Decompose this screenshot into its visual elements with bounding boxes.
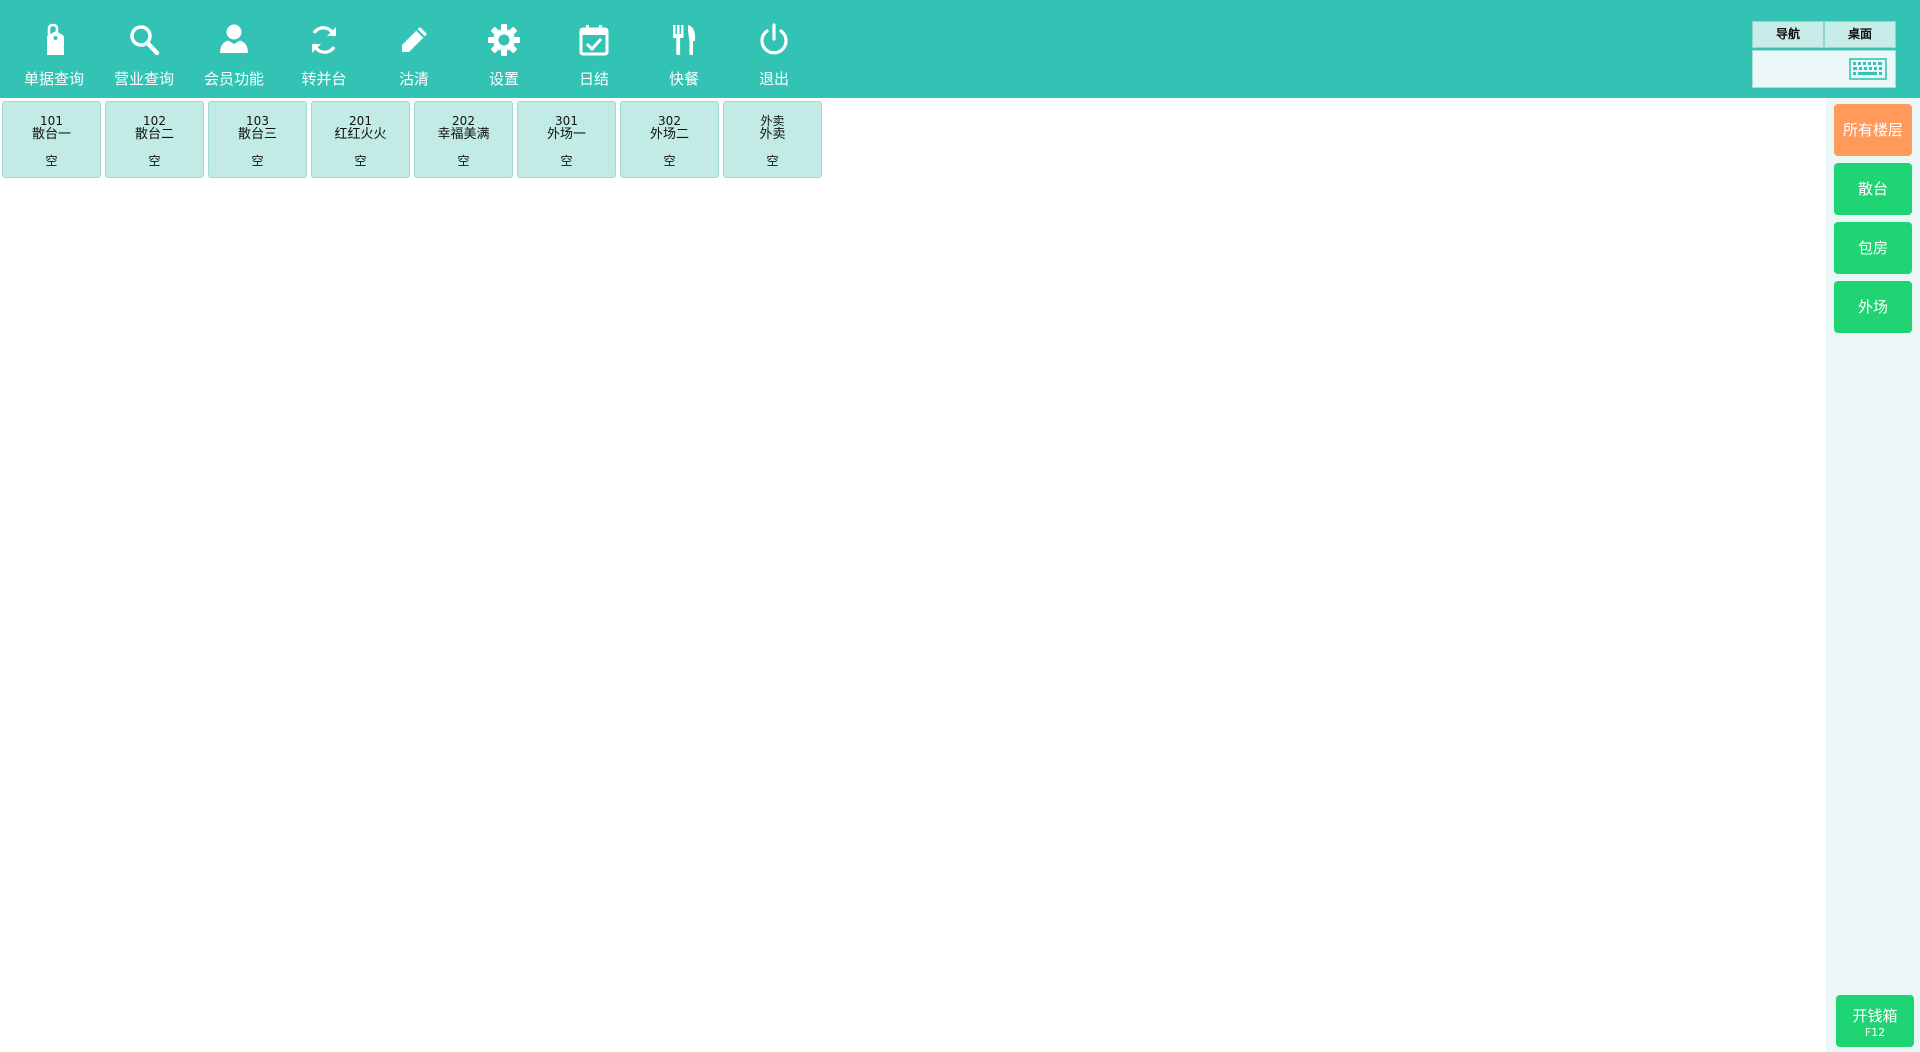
toolbar-settings-button[interactable]: 设置 [459,0,549,98]
open-cash-drawer-button[interactable]: 开钱箱 F12 [1836,995,1914,1047]
table-card-202[interactable]: 202 幸福美满 空 [414,101,513,178]
floor-button-outdoor[interactable]: 外场 [1834,281,1912,333]
toolbar-member-button[interactable]: 会员功能 [189,0,279,98]
table-status: 空 [45,154,58,168]
toolbar-label: 设置 [488,70,519,88]
table-number: 302 [658,114,681,128]
toolbar-fast-food-button[interactable]: 快餐 [639,0,729,98]
cash-drawer-label: 开钱箱 [1852,1007,1898,1025]
keyboard-icon[interactable] [1849,58,1887,80]
view-tabs: 导航 桌面 [1752,21,1896,48]
table-status: 空 [251,154,264,168]
floor-button-private-room[interactable]: 包房 [1834,222,1912,274]
toolbar-label: 沽清 [398,70,429,88]
toolbar-bill-query-button[interactable]: 单据查询 [9,0,99,98]
toolbar-sold-out-button[interactable]: 沽清 [369,0,459,98]
table-number: 202 [452,114,475,128]
table-number: 外卖 [760,114,785,128]
table-grid: 101 散台一 空 102 散台二 空 103 散台三 空 201 红红火火 空… [0,98,1826,1052]
fork-knife-icon [666,22,702,58]
refresh-icon [306,22,342,58]
table-name: 红红火火 [334,127,387,142]
top-toolbar: 单据查询 营业查询 会员功能 转并台 沽清 设置 日结 快餐 退出 导航 桌面 [0,0,1920,98]
toolbar-label: 快餐 [668,70,699,88]
table-name: 散台一 [31,127,71,142]
table-status: 空 [457,154,470,168]
table-status: 空 [148,154,161,168]
tab-desktop[interactable]: 桌面 [1824,21,1896,48]
search-icon [126,22,162,58]
table-status: 空 [354,154,367,168]
table-number: 201 [349,114,372,128]
table-status: 空 [560,154,573,168]
table-number: 102 [143,114,166,128]
toolbar-transfer-table-button[interactable]: 转并台 [279,0,369,98]
table-number: 103 [246,114,269,128]
user-icon [216,22,252,58]
floor-sidebar: 所有楼层 散台 包房 外场 开钱箱 F12 [1826,98,1920,1052]
cash-drawer-shortcut: F12 [1864,1026,1886,1039]
pencil-icon [396,22,432,58]
table-card-201[interactable]: 201 红红火火 空 [311,101,410,178]
toolbar-day-end-button[interactable]: 日结 [549,0,639,98]
table-card-102[interactable]: 102 散台二 空 [105,101,204,178]
floor-button-all[interactable]: 所有楼层 [1834,104,1912,156]
table-name: 外卖 [759,127,786,142]
gear-icon [486,22,522,58]
table-status: 空 [766,154,779,168]
toolbar-label: 营业查询 [113,70,174,88]
power-icon [756,22,792,58]
table-name: 幸福美满 [437,127,490,142]
table-name: 外场一 [546,127,586,142]
table-name: 散台二 [134,127,174,142]
toolbar-label: 日结 [578,70,609,88]
toolbar-label: 转并台 [301,70,347,88]
table-card-301[interactable]: 301 外场一 空 [517,101,616,178]
toolbar-label: 退出 [758,70,789,88]
toolbar-label: 单据查询 [23,70,84,88]
floor-button-hall[interactable]: 散台 [1834,163,1912,215]
table-status: 空 [663,154,676,168]
table-card-takeout[interactable]: 外卖 外卖 空 [723,101,822,178]
table-number: 301 [555,114,578,128]
toolbar-label: 会员功能 [203,70,264,88]
tab-navigation[interactable]: 导航 [1752,21,1824,48]
table-name: 外场二 [649,127,689,142]
table-card-302[interactable]: 302 外场二 空 [620,101,719,178]
table-card-101[interactable]: 101 散台一 空 [2,101,101,178]
toolbar-exit-button[interactable]: 退出 [729,0,819,98]
calendar-check-icon [576,22,612,58]
receipt-tag-icon [36,22,72,58]
table-name: 散台三 [237,127,277,142]
table-number: 101 [40,114,63,128]
toolbar-business-query-button[interactable]: 营业查询 [99,0,189,98]
table-card-103[interactable]: 103 散台三 空 [208,101,307,178]
search-input-box[interactable] [1752,50,1896,88]
